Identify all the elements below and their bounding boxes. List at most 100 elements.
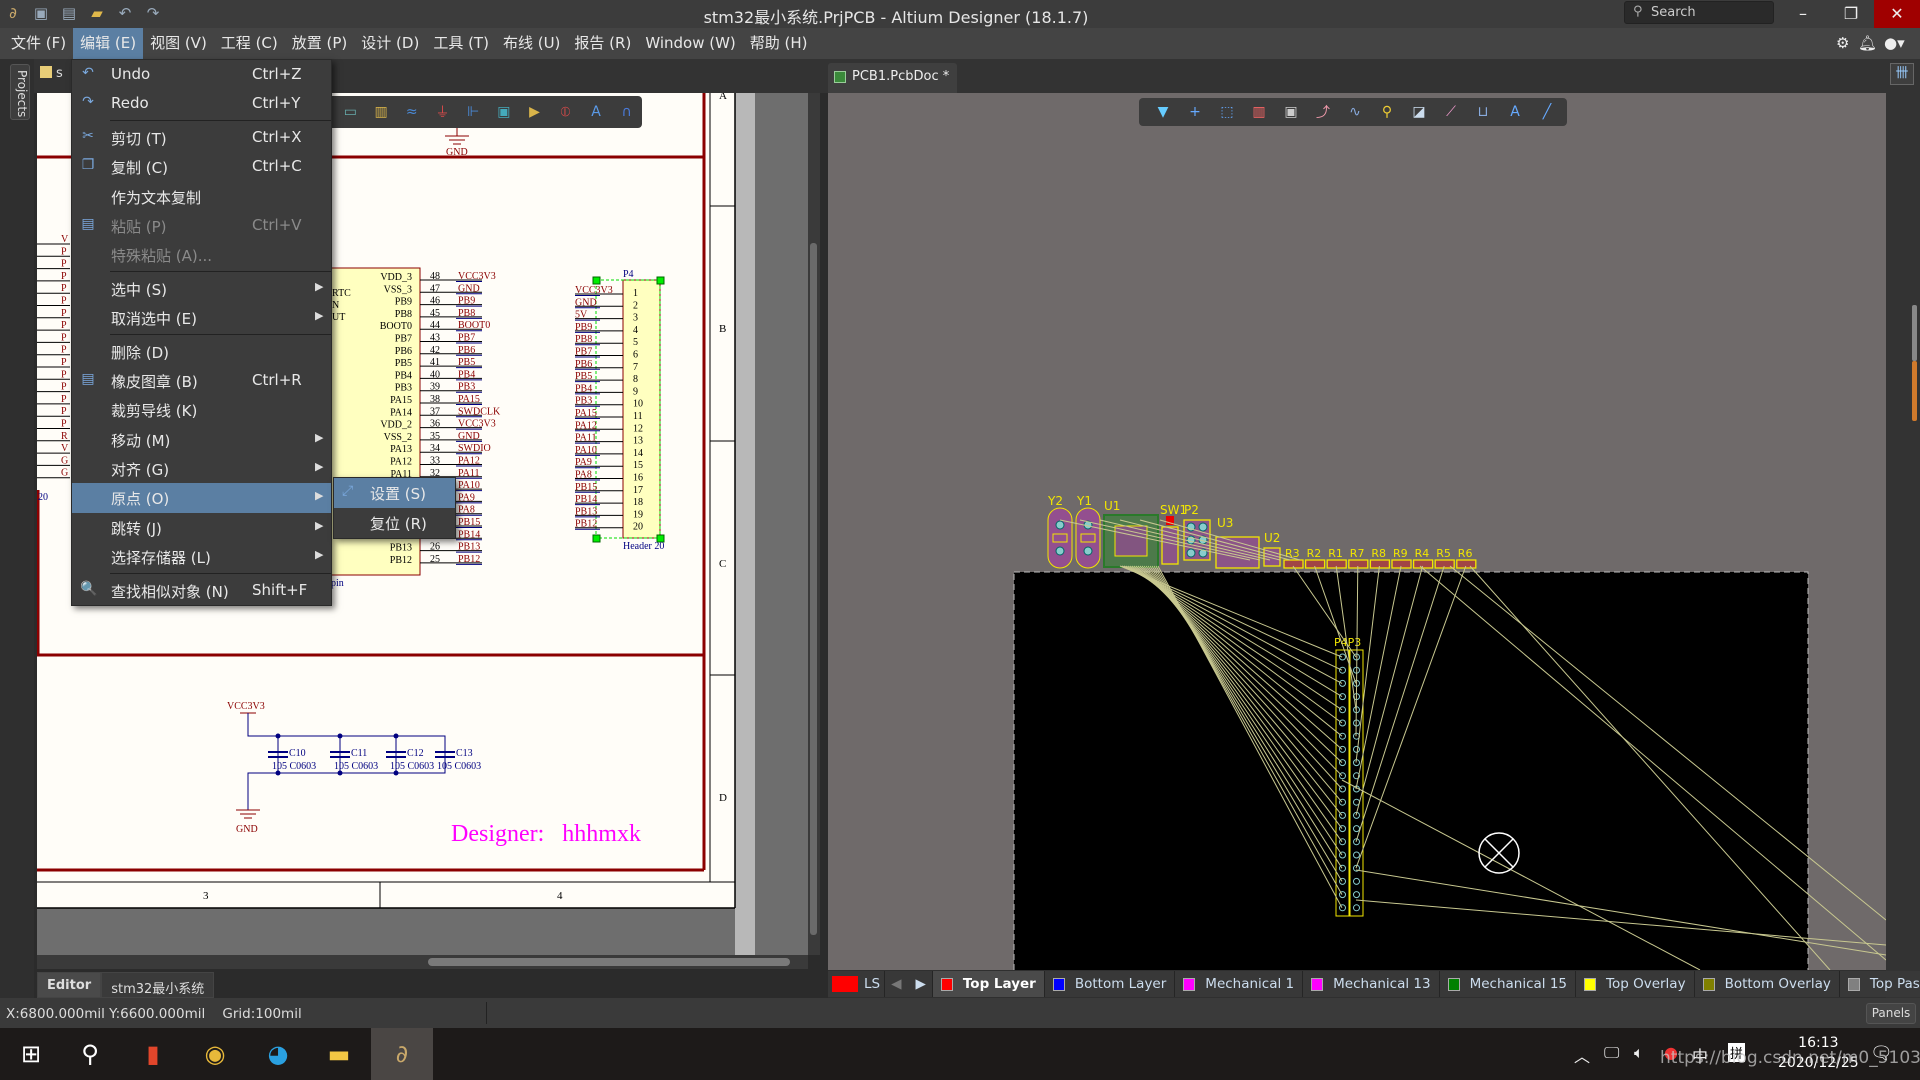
project-tab[interactable]: stm32最小系统 — [101, 972, 215, 998]
office-icon[interactable]: ▮ — [122, 1028, 184, 1080]
submenu-item[interactable]: ⤢ 设置 (S) — [334, 478, 455, 508]
bar-chart-icon[interactable]: ▥ — [1243, 104, 1275, 120]
bell-icon[interactable]: 🔔︎ — [1858, 34, 1877, 52]
restore-button[interactable]: ❐ — [1827, 0, 1875, 28]
chrome-icon[interactable]: ◉ — [184, 1028, 246, 1080]
altium-logo-icon[interactable]: ∂ — [4, 4, 22, 22]
layer-tab[interactable]: Bottom Layer — [1044, 971, 1176, 997]
menu-item[interactable]: ▤ 粘贴 (P) Ctrl+V — [72, 211, 331, 240]
menu-8[interactable]: 报告 (R) — [567, 28, 638, 59]
minimize-button[interactable]: – — [1779, 0, 1827, 28]
crosshair-icon[interactable]: + — [1179, 104, 1211, 120]
menu-item[interactable]: 选择存储器 (L) ▶ — [72, 542, 331, 571]
schematic-tool-icon[interactable]: ▶ — [519, 104, 550, 120]
volume-icon[interactable]: 🔈︎ — [1634, 1043, 1644, 1063]
menu-item[interactable]: ✂ 剪切 (T) Ctrl+X — [72, 123, 331, 152]
selection-handle[interactable] — [592, 534, 601, 543]
schematic-tool-icon[interactable]: ∩ — [611, 104, 642, 120]
dimension-icon[interactable]: ⊔ — [1467, 104, 1499, 120]
schematic-tool-icon[interactable]: ▥ — [366, 104, 397, 120]
network-icon[interactable]: 🖵︎ — [1604, 1043, 1619, 1063]
schematic-vertical-scrollbar[interactable] — [808, 93, 820, 955]
menu-item[interactable]: 作为文本复制 — [72, 182, 331, 211]
current-layer-indicator[interactable]: LS — [828, 971, 886, 997]
edge-icon[interactable]: ◕ — [247, 1028, 309, 1080]
filter-icon[interactable]: ▼ — [1147, 104, 1179, 120]
layer-next-icon[interactable]: ▶ — [915, 976, 925, 992]
menu-6[interactable]: 工具 (T) — [426, 28, 496, 59]
open-folder-icon[interactable]: ▰ — [88, 4, 106, 22]
scroll-thumb[interactable] — [810, 243, 817, 935]
select-rect-icon[interactable]: ⬚ — [1211, 104, 1243, 120]
panels-button[interactable]: Panels — [1866, 1003, 1916, 1024]
layer-tab[interactable]: Mechanical 1 — [1175, 971, 1304, 997]
menu-item[interactable]: 裁剪导线 (K) — [72, 395, 331, 424]
schematic-tool-icon[interactable]: ▣ — [489, 104, 520, 120]
editor-tab[interactable]: Editor — [37, 972, 102, 998]
selection-handle[interactable] — [656, 276, 665, 285]
layer-tab[interactable]: Mechanical 15 — [1439, 971, 1577, 997]
pcb-canvas[interactable]: Y2 Y1 U1 SW1P2U3U2R3 R2 R1 R7 R8 R9 R4 R5 R6P4P3 — [828, 93, 1886, 970]
projects-tab[interactable]: Projects — [10, 64, 30, 120]
menu-item[interactable]: ❐ 复制 (C) Ctrl+C — [72, 152, 331, 181]
polygon-icon[interactable]: ◪ — [1403, 104, 1435, 120]
text-icon[interactable]: A — [1499, 104, 1531, 120]
schematic-tool-icon[interactable]: ⊩ — [458, 104, 489, 120]
schematic-tool-icon[interactable]: ≈ — [396, 104, 427, 120]
schematic-tool-icon[interactable]: ▭ — [335, 104, 366, 120]
menu-7[interactable]: 布线 (U) — [496, 28, 567, 59]
line-icon[interactable]: ╱ — [1531, 104, 1563, 120]
layer-tab[interactable]: Top Overlay — [1576, 971, 1695, 997]
menu-0[interactable]: 文件 (F) — [4, 28, 73, 59]
menu-item[interactable]: 跳转 (J) ▶ — [72, 513, 331, 542]
layer-tab[interactable]: Mechanical 13 — [1303, 971, 1440, 997]
panel-pin-button[interactable]: 卌 — [1890, 63, 1914, 85]
component-icon[interactable]: ▣ — [1275, 104, 1307, 120]
menu-item[interactable]: ▤ 橡皮图章 (B) Ctrl+R — [72, 366, 331, 395]
schematic-tool-icon[interactable]: ⦶ — [550, 104, 581, 120]
menu-9[interactable]: Window (W) — [638, 28, 742, 59]
gear-icon[interactable]: ⚙ — [1836, 34, 1849, 52]
schematic-doc-tab[interactable]: s — [40, 66, 63, 81]
redo-icon[interactable]: ↷ — [144, 4, 162, 22]
menu-2[interactable]: 视图 (V) — [143, 28, 214, 59]
menu-item[interactable]: 移动 (M) ▶ — [72, 425, 331, 454]
pcb-editor[interactable]: Y2 Y1 U1 SW1 P2 U3 U2 R3 R2 R1 R7 R8 R9 R4 R5 R6 P4P3 — [828, 93, 1886, 970]
layer-tab[interactable]: Bottom Overlay — [1694, 971, 1840, 997]
layer-prev-icon[interactable]: ◀ — [891, 976, 901, 992]
layer-tab[interactable]: Top Layer — [932, 971, 1045, 997]
file-explorer-icon[interactable]: ▬ — [308, 1028, 370, 1080]
submenu-item[interactable]: 复位 (R) — [334, 508, 455, 538]
interactive-route-icon[interactable]: ∿ — [1339, 104, 1371, 120]
schematic-horizontal-scrollbar[interactable] — [37, 955, 808, 969]
menu-item[interactable]: 原点 (O) ▶ — [72, 483, 331, 513]
search-box[interactable]: ⚲ Search — [1624, 1, 1774, 24]
menu-item[interactable]: ↶ Undo Ctrl+Z — [72, 60, 331, 89]
altium-taskbar-icon[interactable]: ∂ — [371, 1028, 433, 1080]
menu-10[interactable]: 帮助 (H) — [743, 28, 815, 59]
windows-start-icon[interactable]: ⊞ — [0, 1028, 62, 1080]
tray-chevron-icon[interactable]: ︿ — [1574, 1043, 1590, 1067]
close-button[interactable]: ✕ — [1874, 0, 1920, 28]
user-icon[interactable]: ●▾ — [1884, 34, 1905, 52]
search-icon[interactable]: ⚲ — [59, 1028, 121, 1080]
pcb-doc-tab[interactable]: PCB1.PcbDoc * — [828, 63, 958, 93]
menu-5[interactable]: 设计 (D) — [354, 28, 426, 59]
undo-icon[interactable]: ↶ — [116, 4, 134, 22]
menu-item[interactable]: 选中 (S) ▶ — [72, 274, 331, 303]
pcb-scroll-thumb[interactable] — [1912, 305, 1917, 361]
menu-item[interactable]: 删除 (D) — [72, 337, 331, 366]
scroll-thumb[interactable] — [428, 958, 790, 966]
via-icon[interactable]: ⚲ — [1371, 104, 1403, 120]
route-icon[interactable]: ⤴ — [1307, 102, 1339, 122]
menu-1[interactable]: 编辑 (E) — [73, 28, 144, 59]
menu-item[interactable]: 🔍 查找相似对象 (N) Shift+F — [72, 576, 331, 605]
layer-tab[interactable]: Top Past — [1839, 971, 1920, 997]
save-all-icon[interactable]: ▤ — [60, 4, 78, 22]
menu-item[interactable]: 取消选中 (E) ▶ — [72, 303, 331, 332]
schematic-tool-icon[interactable]: ⏚ — [427, 102, 458, 122]
menu-item[interactable]: 特殊粘贴 (A)... — [72, 240, 331, 269]
schematic-tool-icon[interactable]: A — [581, 104, 612, 120]
menu-4[interactable]: 放置 (P) — [285, 28, 355, 59]
track-icon[interactable]: ⟋ — [1435, 104, 1467, 120]
